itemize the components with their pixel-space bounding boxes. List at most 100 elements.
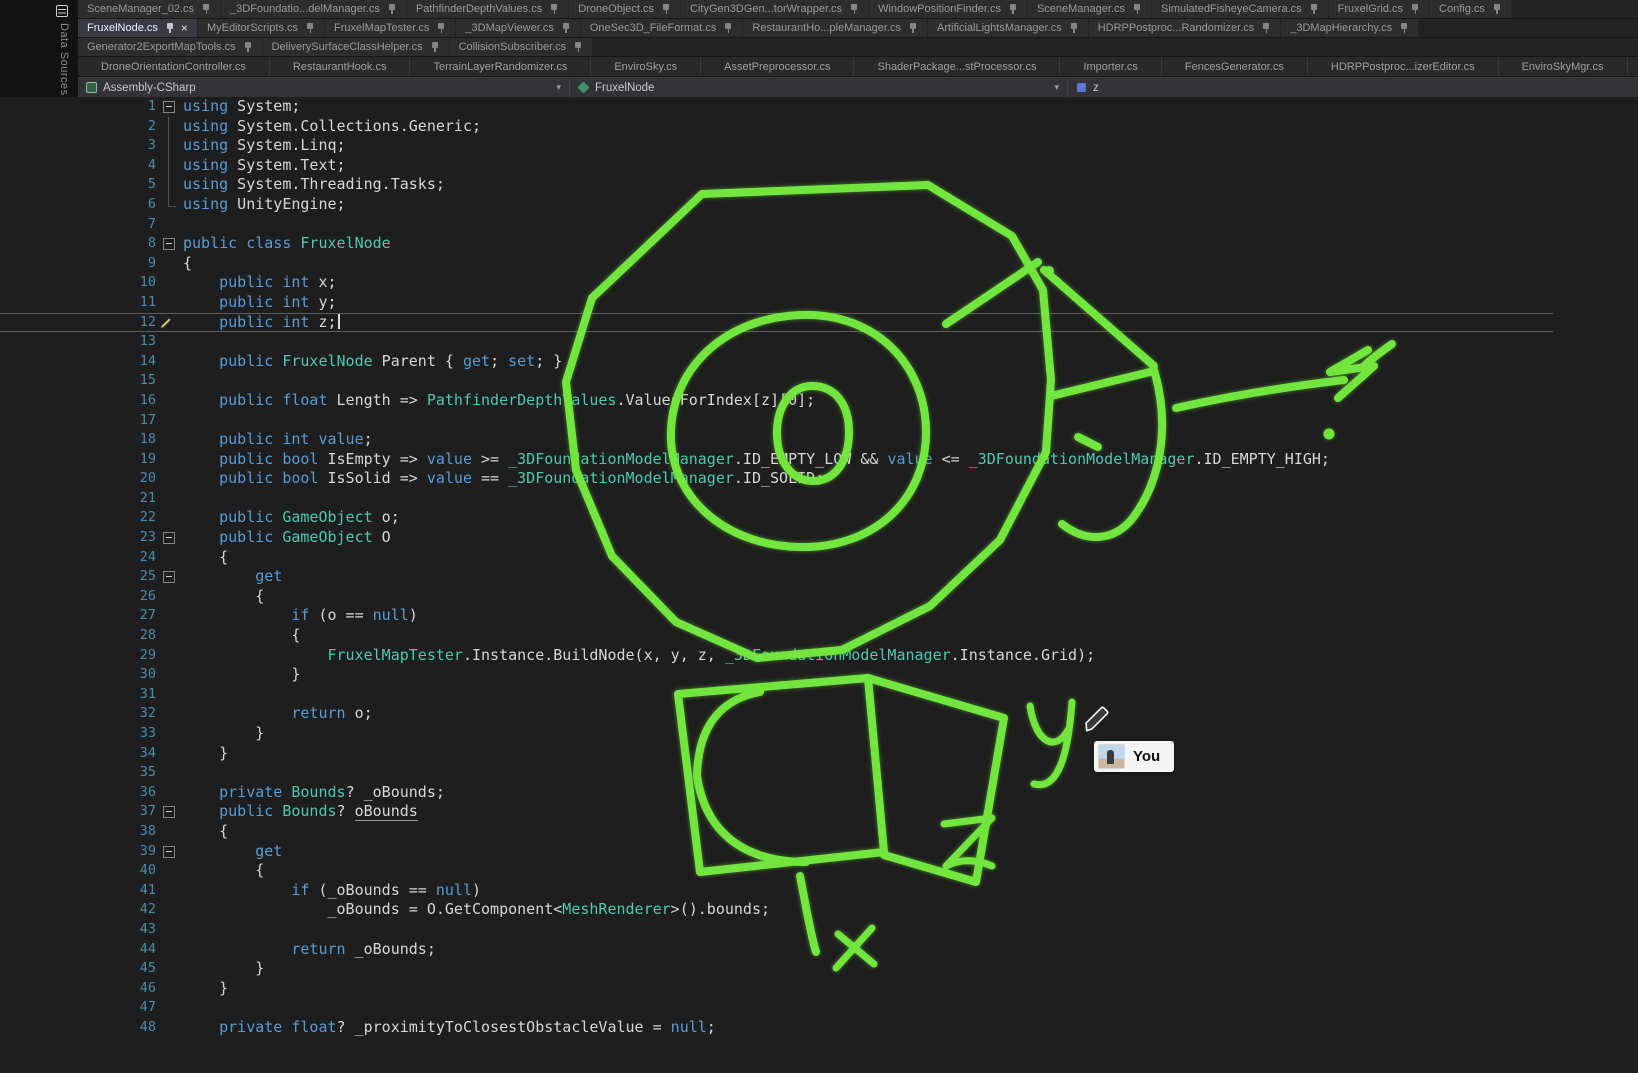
code-line-26[interactable]: 26 {: [0, 587, 1553, 607]
tab-collisionsubscriber-cs[interactable]: CollisionSubscriber.cs: [450, 38, 593, 56]
code-line-10[interactable]: 10 public int x;: [0, 273, 1553, 293]
code-line-12[interactable]: 12 public int z;: [0, 313, 1553, 333]
pin-icon[interactable]: [1399, 23, 1409, 34]
code-line-18[interactable]: 18 public int value;: [0, 430, 1553, 450]
code-line-42[interactable]: 42 _oBounds = O.GetComponent<MeshRendere…: [0, 900, 1553, 920]
code-line-39[interactable]: 39 get: [0, 842, 1553, 862]
pin-icon[interactable]: [1309, 4, 1319, 15]
tab-fruxelgrid-cs[interactable]: FruxelGrid.cs: [1329, 0, 1429, 18]
tab-deliverysurfaceclasshelper-cs[interactable]: DeliverySurfaceClassHelper.cs: [263, 38, 449, 56]
pin-icon[interactable]: [561, 23, 571, 34]
code-line-11[interactable]: 11 public int y;: [0, 293, 1553, 313]
tab--3dmapviewer-cs[interactable]: _3DMapViewer.cs: [456, 19, 579, 37]
tab-droneorientationcontroller-cs[interactable]: DroneOrientationController.cs: [78, 57, 270, 76]
pin-icon[interactable]: [305, 23, 315, 34]
code-line-17[interactable]: 17: [0, 411, 1553, 431]
tab--3dmaphierarchy-cs[interactable]: _3DMapHierarchy.cs: [1281, 19, 1418, 37]
project-dropdown[interactable]: Assembly-CSharp ▾: [78, 78, 570, 97]
tab-scenemanager-cs[interactable]: SceneManager.cs: [1028, 0, 1151, 18]
code-line-15[interactable]: 15: [0, 371, 1553, 391]
tab--3dfoundatio-delmanager-cs[interactable]: _3DFoundatio...delManager.cs: [221, 0, 406, 18]
close-icon[interactable]: ×: [181, 22, 188, 34]
code-line-5[interactable]: 5using System.Threading.Tasks;: [0, 175, 1553, 195]
code-line-25[interactable]: 25 get: [0, 567, 1553, 587]
code-line-29[interactable]: 29 FruxelMapTester.Instance.BuildNode(x,…: [0, 646, 1553, 666]
code-line-37[interactable]: 37 public Bounds? oBounds: [0, 802, 1553, 822]
member-dropdown[interactable]: z: [1068, 78, 1638, 97]
pin-icon[interactable]: [1132, 4, 1142, 15]
tab-restaurantho-plemanager-cs[interactable]: RestaurantHo...pleManager.cs: [743, 19, 927, 37]
tab-onesec3d-fileformat-cs[interactable]: OneSec3D_FileFormat.cs: [581, 19, 743, 37]
code-line-32[interactable]: 32 return o;: [0, 704, 1553, 724]
tab-artificiallightsmanager-cs[interactable]: ArtificialLightsManager.cs: [928, 19, 1088, 37]
pin-icon[interactable]: [430, 42, 440, 53]
fold-collapse-icon[interactable]: [156, 234, 183, 254]
code-line-21[interactable]: 21: [0, 489, 1553, 509]
tab-config-cs[interactable]: Config.cs: [1430, 0, 1511, 18]
tab-windowpositionfinder-cs[interactable]: WindowPositionFinder.cs: [869, 0, 1027, 18]
pin-icon[interactable]: [908, 23, 918, 34]
tab-myeditorscripts-cs[interactable]: MyEditorScripts.cs: [198, 19, 324, 37]
tab-droneobject-cs[interactable]: DroneObject.cs: [569, 0, 680, 18]
code-line-3[interactable]: 3using System.Linq;: [0, 136, 1553, 156]
tab-envirosky-cs[interactable]: EnviroSky.cs: [591, 57, 701, 76]
fold-collapse-icon[interactable]: [156, 802, 183, 822]
code-line-27[interactable]: 27 if (o == null): [0, 606, 1553, 626]
type-dropdown[interactable]: FruxelNode ▾: [570, 78, 1068, 97]
code-line-4[interactable]: 4using System.Text;: [0, 156, 1553, 176]
tab-fencesgenerator-cs[interactable]: FencesGenerator.cs: [1162, 57, 1308, 76]
code-line-38[interactable]: 38 {: [0, 822, 1553, 842]
pin-icon[interactable]: [1492, 4, 1502, 15]
code-line-7[interactable]: 7: [0, 215, 1553, 235]
fold-collapse-icon[interactable]: [156, 97, 183, 117]
tab-pathfinderdepthvalues-cs[interactable]: PathfinderDepthValues.cs: [407, 0, 568, 18]
code-line-19[interactable]: 19 public bool IsEmpty => value >= _3DFo…: [0, 450, 1553, 470]
code-line-47[interactable]: 47: [0, 998, 1553, 1018]
tab-fruxelmaptester-cs[interactable]: FruxelMapTester.cs: [325, 19, 455, 37]
code-line-2[interactable]: 2using System.Collections.Generic;: [0, 117, 1553, 137]
code-editor[interactable]: 1using System;2using System.Collections.…: [0, 97, 1638, 1073]
code-line-6[interactable]: 6using UnityEngine;: [0, 195, 1553, 215]
pin-icon[interactable]: [849, 4, 859, 15]
tab-hdrppostproc-randomizer-cs[interactable]: HDRPPostproc...Randomizer.cs: [1089, 19, 1281, 37]
pin-icon[interactable]: [661, 4, 671, 15]
code-line-14[interactable]: 14 public FruxelNode Parent { get; set; …: [0, 352, 1553, 372]
pin-icon[interactable]: [201, 4, 211, 15]
code-line-41[interactable]: 41 if (_oBounds == null): [0, 881, 1553, 901]
tab-enviroskymgr-cs[interactable]: EnviroSkyMgr.cs: [1499, 57, 1628, 76]
code-line-13[interactable]: 13: [0, 332, 1553, 352]
tab-importer-cs[interactable]: Importer.cs: [1060, 57, 1161, 76]
code-line-35[interactable]: 35: [0, 763, 1553, 783]
code-line-34[interactable]: 34 }: [0, 744, 1553, 764]
code-line-8[interactable]: 8public class FruxelNode: [0, 234, 1553, 254]
code-line-9[interactable]: 9{: [0, 254, 1553, 274]
pin-icon[interactable]: [1069, 23, 1079, 34]
pin-icon[interactable]: [1261, 23, 1271, 34]
pin-icon[interactable]: [165, 23, 175, 34]
code-line-22[interactable]: 22 public GameObject o;: [0, 508, 1553, 528]
fold-collapse-icon[interactable]: [156, 842, 183, 862]
code-line-40[interactable]: 40 {: [0, 861, 1553, 881]
code-line-1[interactable]: 1using System;: [0, 97, 1553, 117]
code-line-45[interactable]: 45 }: [0, 959, 1553, 979]
pin-icon[interactable]: [243, 42, 253, 53]
fold-collapse-icon[interactable]: [156, 528, 183, 548]
code-line-43[interactable]: 43: [0, 920, 1553, 940]
tab-citygen3dgen-torwrapper-cs[interactable]: CityGen3DGen...torWrapper.cs: [681, 0, 868, 18]
code-line-16[interactable]: 16 public float Length => PathfinderDept…: [0, 391, 1553, 411]
code-line-46[interactable]: 46 }: [0, 979, 1553, 999]
code-line-31[interactable]: 31: [0, 685, 1553, 705]
pin-icon[interactable]: [1008, 4, 1018, 15]
pin-icon[interactable]: [723, 23, 733, 34]
code-line-30[interactable]: 30 }: [0, 665, 1553, 685]
tab-terrainlayerrandomizer-cs[interactable]: TerrainLayerRandomizer.cs: [410, 57, 591, 76]
code-line-20[interactable]: 20 public bool IsSolid => value == _3DFo…: [0, 469, 1553, 489]
fold-collapse-icon[interactable]: [156, 567, 183, 587]
tab-assetpreprocessor-cs[interactable]: AssetPreprocessor.cs: [701, 57, 854, 76]
pin-icon[interactable]: [549, 4, 559, 15]
tab-restauranthook-cs[interactable]: RestaurantHook.cs: [270, 57, 411, 76]
data-sources-tab[interactable]: Data Sources: [58, 23, 70, 96]
tab-simulatedfisheyecamera-cs[interactable]: SimulatedFisheyeCamera.cs: [1152, 0, 1328, 18]
tab-generator2exportmaptools-cs[interactable]: Generator2ExportMapTools.cs: [78, 38, 262, 56]
code-line-44[interactable]: 44 return _oBounds;: [0, 940, 1553, 960]
